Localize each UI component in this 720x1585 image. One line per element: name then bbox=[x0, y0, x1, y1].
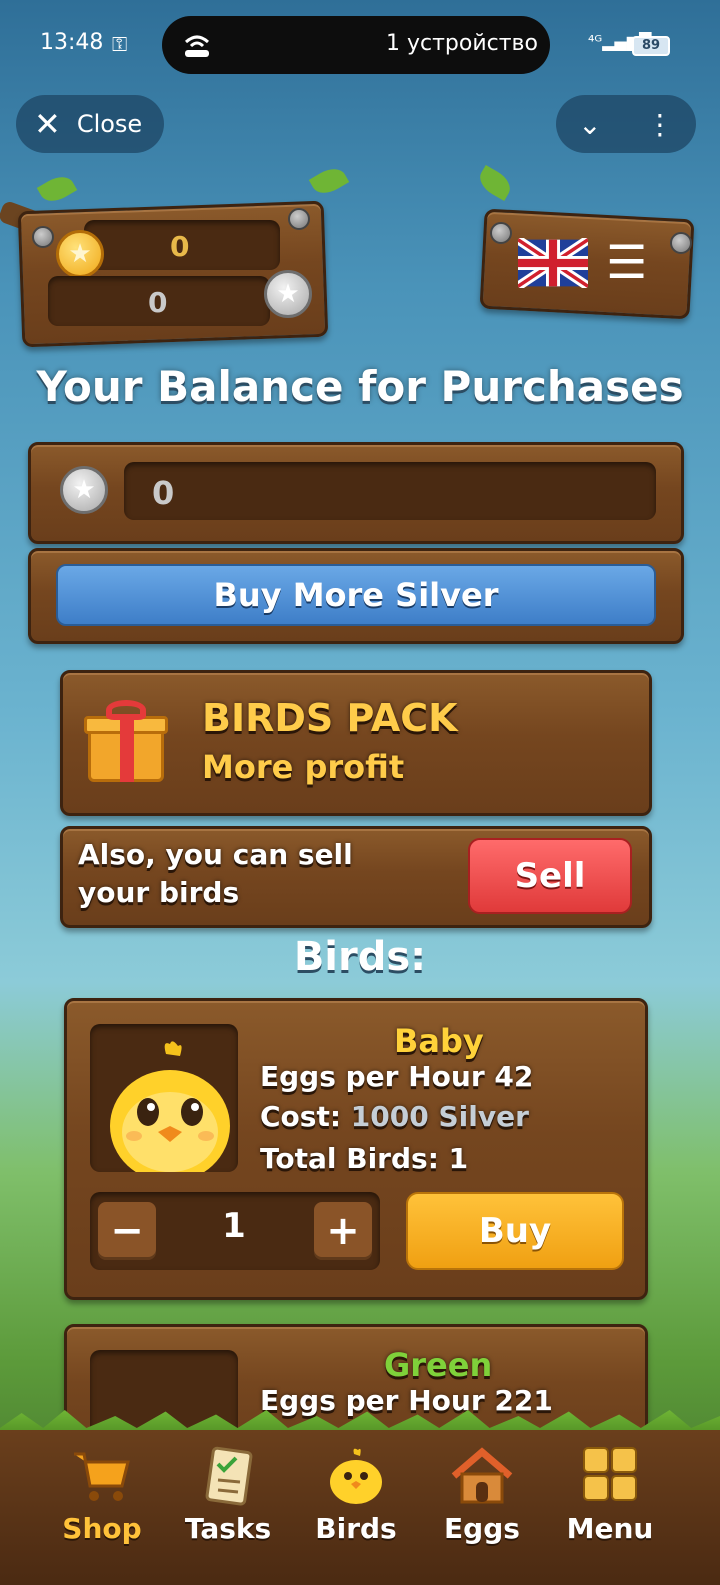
screw-decor bbox=[490, 222, 512, 244]
bird-eggs-per-hour: Eggs per Hour 221 bbox=[260, 1384, 553, 1417]
birds-heading: Birds: bbox=[293, 934, 427, 980]
nav-menu[interactable]: Menu bbox=[550, 1446, 670, 1556]
leaf-decor bbox=[308, 162, 350, 200]
uk-flag-icon[interactable] bbox=[518, 238, 588, 288]
silver-balance-value: 0 bbox=[148, 286, 168, 319]
bird-icon bbox=[330, 1448, 382, 1504]
close-label: Close bbox=[76, 110, 143, 138]
nav-birds[interactable]: Birds bbox=[296, 1446, 416, 1556]
screw-decor bbox=[670, 232, 692, 254]
tasks-icon bbox=[205, 1446, 253, 1506]
nav-label: Shop bbox=[62, 1512, 142, 1545]
bird-name: Baby bbox=[394, 1022, 484, 1060]
silver-coin-icon: ★ bbox=[60, 466, 108, 514]
hotspot-icon bbox=[184, 35, 210, 57]
leaf-decor bbox=[36, 170, 78, 208]
nav-label: Eggs bbox=[444, 1512, 520, 1545]
bird-total: Total Birds: 1 bbox=[260, 1142, 469, 1175]
decrement-button[interactable]: − bbox=[98, 1202, 156, 1260]
nav-label: Menu bbox=[566, 1512, 654, 1545]
screw-decor bbox=[288, 208, 310, 230]
purchase-balance-value: 0 bbox=[152, 474, 175, 512]
battery-indicator: 89 bbox=[632, 36, 670, 56]
quantity-value: 1 bbox=[222, 1206, 246, 1246]
increment-button[interactable]: + bbox=[314, 1202, 372, 1260]
nav-shop[interactable]: Shop bbox=[42, 1446, 162, 1556]
purchase-balance-slot bbox=[124, 462, 656, 520]
bird-name: Green bbox=[384, 1346, 493, 1384]
cost-value: 1000 Silver bbox=[350, 1100, 529, 1133]
cost-label: Cost: bbox=[260, 1100, 342, 1133]
shop-cart-icon bbox=[74, 1452, 130, 1501]
leaf-decor bbox=[474, 164, 516, 202]
close-button[interactable]: ✕ Close bbox=[16, 95, 164, 153]
house-icon bbox=[451, 1447, 513, 1504]
buy-bird-button[interactable]: Buy bbox=[406, 1192, 624, 1270]
more-options-icon[interactable]: ⋮ bbox=[646, 108, 674, 141]
gift-box-icon bbox=[84, 700, 168, 784]
pack-title: BIRDS PACK bbox=[202, 696, 458, 740]
sell-button[interactable]: Sell bbox=[468, 838, 632, 914]
pack-subtitle: More profit bbox=[202, 748, 405, 786]
status-time: 13:48 bbox=[40, 30, 104, 55]
chevron-down-icon[interactable]: ⌄ bbox=[578, 108, 601, 141]
silver-coin-icon: ★ bbox=[264, 270, 312, 318]
screw-decor bbox=[32, 226, 54, 248]
grid-icon bbox=[583, 1447, 637, 1501]
balance-title: Your Balance for Purchases bbox=[36, 362, 684, 411]
gold-balance-value: 0 bbox=[170, 230, 190, 263]
nav-label: Birds bbox=[315, 1512, 397, 1545]
hamburger-menu-icon[interactable]: ☰ bbox=[606, 236, 647, 288]
nav-label: Tasks bbox=[184, 1512, 272, 1545]
key-icon: ⚿ bbox=[112, 32, 128, 56]
close-icon: ✕ bbox=[34, 105, 61, 143]
nav-tasks[interactable]: Tasks bbox=[168, 1446, 288, 1556]
sell-hint-text: Also, you can sell your birds bbox=[78, 838, 353, 909]
buy-more-silver-button[interactable]: Buy More Silver bbox=[56, 564, 656, 626]
bird-eggs-per-hour: Eggs per Hour 42 bbox=[260, 1060, 534, 1093]
window-controls: ⌄ ⋮ bbox=[556, 95, 696, 153]
nav-eggs[interactable]: Eggs bbox=[422, 1446, 542, 1556]
baby-chick-icon bbox=[110, 1041, 230, 1172]
hotspot-status: 1 устройство bbox=[386, 31, 538, 56]
bird-cost: Cost: 1000 Silver bbox=[260, 1100, 529, 1133]
gold-coin-icon: ★ bbox=[56, 230, 104, 278]
